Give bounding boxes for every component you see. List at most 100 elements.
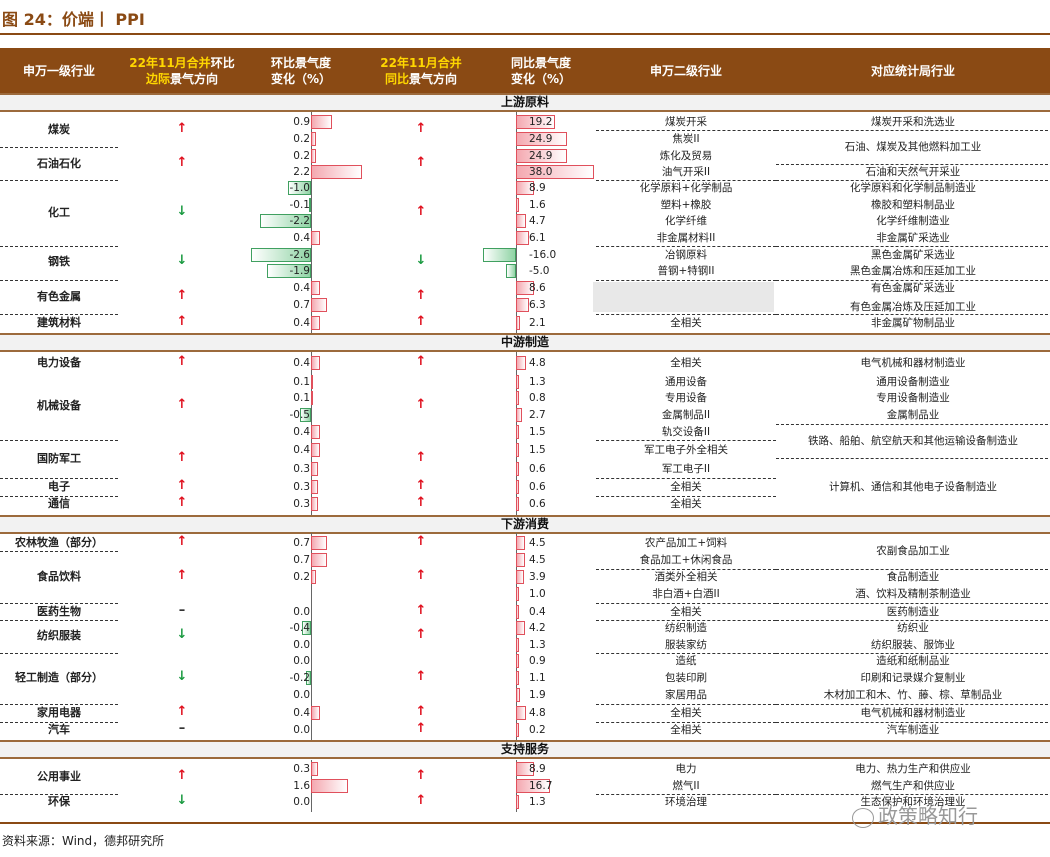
- mom-value: -2.2: [289, 215, 311, 227]
- yoy-value: 24.9: [529, 133, 553, 145]
- yoy-direction-arrow: ↑: [415, 204, 427, 219]
- mom-value: 0.0: [293, 724, 310, 736]
- mom-value: 0.4: [293, 317, 310, 329]
- row-separator: [0, 551, 118, 552]
- header-text: 环比: [210, 56, 235, 70]
- yoy-bar: [516, 688, 520, 702]
- yoy-value: 6.1: [529, 232, 546, 244]
- row-separator: [596, 620, 776, 621]
- industry-l2: 金属制品II: [661, 409, 711, 421]
- industry-l1: 食品饮料: [37, 570, 81, 583]
- header-hdr-mom-dir: 22年11月合并环比 边际景气方向: [118, 48, 246, 94]
- source-note: 资料来源：Wind，德邦研究所: [2, 834, 165, 848]
- yoy-value: 19.2: [529, 116, 553, 128]
- industry-l2: 全相关: [670, 707, 702, 719]
- mom-bar: [311, 356, 321, 370]
- bureau-industry: 燃气生产和供应业: [871, 780, 955, 792]
- mom-value: 0.4: [293, 444, 310, 456]
- bureau-industry: 化学纤维制造业: [876, 215, 950, 227]
- industry-l2: 造纸: [675, 655, 697, 667]
- yoy-bar: [516, 706, 526, 720]
- industry-l2: 全相关: [670, 357, 702, 369]
- industry-l2: 家居用品: [665, 689, 707, 701]
- row-separator: [776, 603, 1048, 604]
- yoy-bar: [516, 316, 521, 330]
- industry-l2: 油气开采II: [661, 166, 711, 178]
- section-band: 中游制造: [0, 333, 1050, 352]
- header-text: 景气方向: [169, 72, 218, 86]
- row-separator: [596, 653, 776, 654]
- yoy-direction-arrow: ↑: [415, 534, 427, 549]
- bureau-industry: 印刷和记录媒介复制业: [860, 672, 966, 684]
- industry-l1: 石油石化: [37, 157, 81, 170]
- row-separator: [596, 496, 776, 497]
- mom-value: 0.1: [293, 376, 310, 388]
- header-hdr-yoy-dir: 22年11月合并 同比景气方向: [356, 48, 486, 94]
- yoy-value: 1.6: [529, 199, 546, 211]
- bureau-industry: 非金属矿采选业: [876, 232, 950, 244]
- row-separator: [0, 653, 118, 654]
- industry-l2: 煤炭开采: [665, 116, 707, 128]
- mom-bar: [311, 425, 321, 439]
- mom-bar: [311, 165, 362, 179]
- row-separator: [596, 478, 776, 479]
- mom-direction-arrow: ↑: [176, 478, 188, 493]
- row-separator: [596, 280, 776, 281]
- industry-l1: 纺织服装: [37, 629, 81, 642]
- mom-direction-arrow: ↑: [176, 495, 188, 510]
- yoy-value: -16.0: [529, 249, 557, 261]
- row-separator: [0, 620, 118, 621]
- yoy-bar: [516, 462, 519, 476]
- mom-value: 0.0: [293, 655, 310, 667]
- figure-title: 图 24：价端丨 PPI: [2, 10, 145, 29]
- yoy-bar: [516, 553, 526, 567]
- mom-value: -1.9: [289, 265, 311, 277]
- mom-direction-arrow: ↑: [176, 397, 188, 412]
- bureau-industry: 石油、煤炭及其他燃料加工业: [844, 141, 982, 153]
- yoy-direction-arrow: ↑: [415, 354, 427, 369]
- mom-direction-arrow: ↑: [176, 314, 188, 329]
- bureau-industry: 造纸和纸制品业: [876, 655, 950, 667]
- yoy-value: 1.5: [529, 426, 546, 438]
- yoy-value: 0.8: [529, 392, 546, 404]
- yoy-bar: [483, 248, 516, 262]
- header-hdr-l1: 申万一级行业: [0, 48, 118, 94]
- bureau-industry: 非金属矿物制品业: [871, 317, 955, 329]
- mom-direction-arrow: ↑: [176, 704, 188, 719]
- row-separator: [596, 246, 776, 247]
- industry-l2: 化学原料+化学制品: [639, 182, 733, 194]
- mom-value: 0.0: [293, 689, 310, 701]
- industry-l2: 酒类外全相关: [654, 571, 718, 583]
- mom-value: 0.4: [293, 426, 310, 438]
- mom-value: -0.1: [289, 199, 311, 211]
- header-text: 申万二级行业: [649, 64, 722, 78]
- industry-l2: 冶钢原料: [665, 249, 707, 261]
- mom-value: 0.3: [293, 498, 310, 510]
- bureau-industry: 有色金属矿采选业: [871, 282, 955, 294]
- industry-l2: 通用设备: [665, 376, 707, 388]
- row-separator: [776, 722, 1048, 723]
- mom-bar: [311, 132, 316, 146]
- yoy-direction-arrow: ↑: [415, 721, 427, 736]
- yoy-bar: [516, 198, 520, 212]
- yoy-value: 8.9: [529, 763, 546, 775]
- mom-value: -0.2: [289, 672, 311, 684]
- bureau-industry: 计算机、通信和其他电子设备制造业: [829, 481, 997, 493]
- row-separator: [776, 653, 1048, 654]
- bureau-industry: 汽车制造业: [886, 724, 940, 736]
- mom-direction-arrow: ↓: [176, 253, 188, 268]
- yoy-direction-arrow: ↑: [415, 288, 427, 303]
- mom-bar: [311, 281, 321, 295]
- industry-l2: 全相关: [670, 481, 702, 493]
- row-separator: [596, 569, 776, 570]
- mom-value: 0.4: [293, 707, 310, 719]
- bureau-industry: 橡胶和塑料制品业: [871, 199, 955, 211]
- industry-l2: 炼化及贸易: [659, 150, 713, 162]
- mom-value: 2.2: [293, 166, 310, 178]
- watermark-text: 政策略知行: [878, 804, 978, 828]
- mom-direction-arrow: ↑: [176, 288, 188, 303]
- mom-bar: [311, 480, 318, 494]
- row-separator: [776, 314, 1048, 315]
- row-separator: [776, 569, 1048, 570]
- industry-l2: 燃气II: [672, 780, 700, 792]
